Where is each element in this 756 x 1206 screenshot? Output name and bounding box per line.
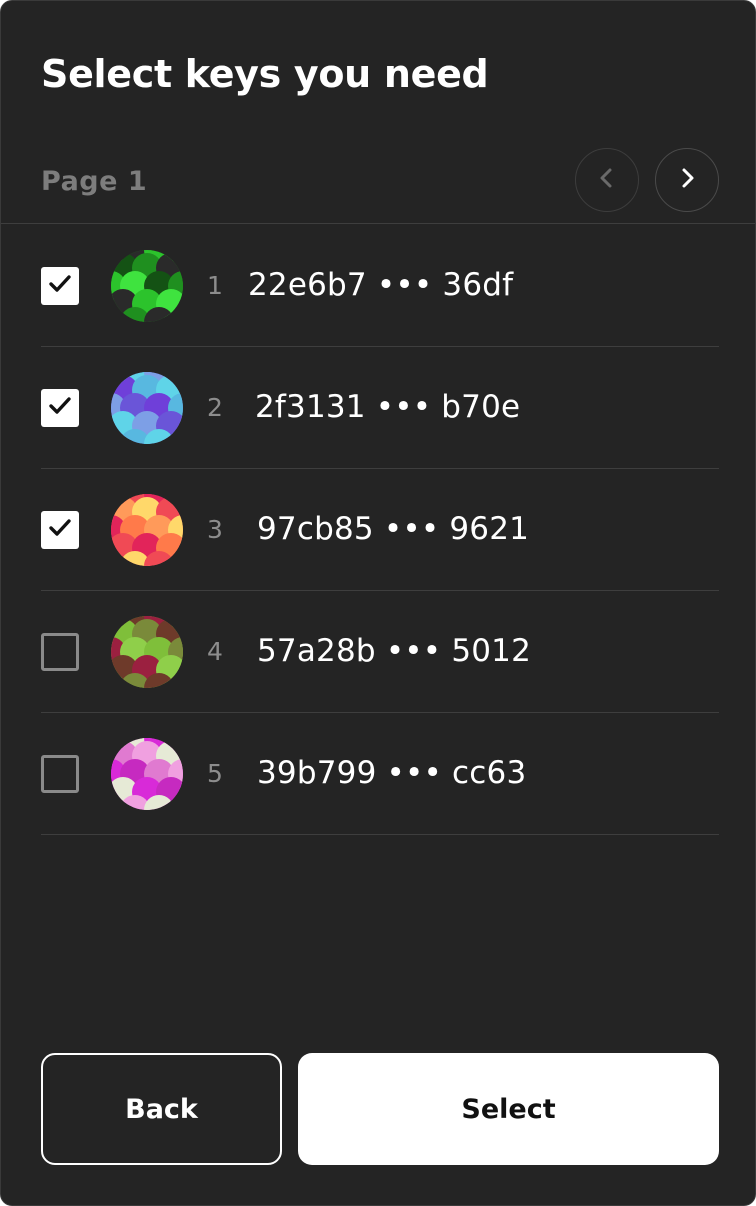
checkmark-icon: [47, 273, 73, 299]
key-row[interactable]: 4 57a28b ••• 5012: [41, 591, 719, 713]
key-address: 57a28b ••• 5012: [257, 633, 532, 669]
key-avatar: [111, 372, 183, 444]
checkmark-icon: [47, 517, 73, 543]
key-address: 22e6b7 ••• 36df: [248, 267, 514, 303]
chevron-left-icon: [596, 167, 618, 193]
key-row[interactable]: 2 2f3131 ••• b70e: [41, 347, 719, 469]
chevron-right-icon: [676, 167, 698, 193]
header-divider: [1, 223, 755, 224]
key-avatar: [111, 738, 183, 810]
key-checkbox[interactable]: [41, 511, 79, 549]
key-checkbox[interactable]: [41, 755, 79, 793]
back-button[interactable]: Back: [41, 1053, 282, 1165]
key-index: 3: [207, 515, 223, 544]
key-row[interactable]: 5 39b799 ••• cc63: [41, 713, 719, 835]
key-index: 4: [207, 637, 223, 666]
checkmark-icon: [47, 395, 73, 421]
next-page-button[interactable]: [655, 148, 719, 212]
previous-page-button[interactable]: [575, 148, 639, 212]
key-checkbox[interactable]: [41, 267, 79, 305]
key-index: 2: [207, 393, 223, 422]
key-checkbox[interactable]: [41, 633, 79, 671]
key-index: 5: [207, 759, 223, 788]
key-row[interactable]: 1 22e6b7 ••• 36df: [41, 225, 719, 347]
key-row[interactable]: 3 97cb85 ••• 9621: [41, 469, 719, 591]
key-avatar: [111, 616, 183, 688]
key-checkbox[interactable]: [41, 389, 79, 427]
select-keys-dialog: Select keys you need Page 1 1 22e6b7 ••• …: [0, 0, 756, 1206]
dialog-title: Select keys you need: [41, 52, 489, 96]
key-avatar: [111, 494, 183, 566]
page-label: Page 1: [41, 166, 148, 197]
key-address: 39b799 ••• cc63: [257, 755, 527, 791]
key-index: 1: [207, 271, 223, 300]
key-address: 97cb85 ••• 9621: [257, 511, 530, 547]
key-address: 2f3131 ••• b70e: [255, 389, 521, 425]
key-avatar: [111, 250, 183, 322]
select-button[interactable]: Select: [298, 1053, 719, 1165]
